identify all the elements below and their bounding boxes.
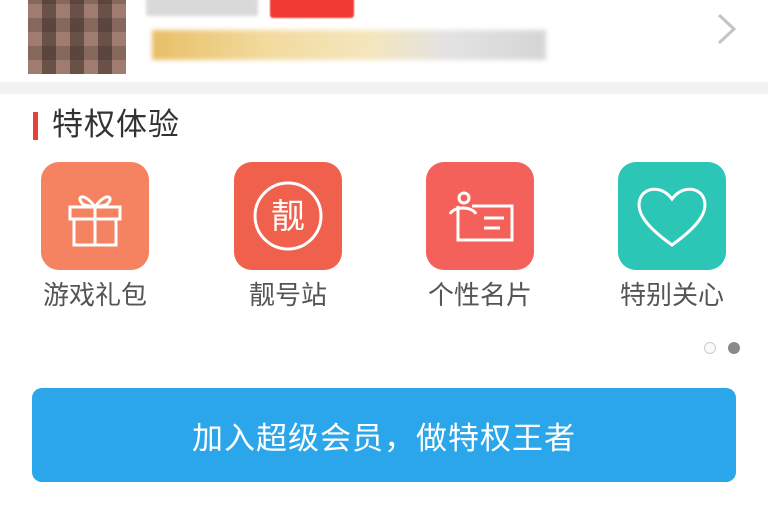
join-super-vip-button[interactable]: 加入超级会员，做特权王者 [32,388,736,482]
name-card-icon [448,191,514,242]
privilege-label: 个性名片 [427,281,532,311]
name-card-tile [426,162,534,270]
profile-header[interactable] [0,0,768,80]
privilege-label: 靓号站 [248,281,327,311]
page-indicator [700,340,750,356]
privilege-item-liang-hao[interactable]: 靓 靓号站 [203,160,373,320]
game-gift-tile [41,162,149,270]
heart-icon [637,187,707,247]
privilege-label: 游戏礼包 [42,281,147,311]
page-dot-1[interactable] [704,342,716,354]
svg-text:靓: 靓 [271,197,305,237]
page-dot-2-active[interactable] [728,342,740,354]
section-accent-bar [33,112,38,140]
privilege-label: 特别关心 [619,281,724,311]
gift-icon [68,195,122,247]
privilege-grid: 游戏礼包 靓 靓号站 个性名片 特别关心 [0,160,768,320]
level-icons-blurred [152,30,546,60]
vip-badge [270,0,354,18]
user-name-blurred [146,0,258,16]
chevron-right-icon [717,13,737,45]
privilege-item-game-gift[interactable]: 游戏礼包 [10,160,180,320]
section-title: 特权体验 [52,107,180,143]
special-care-tile [618,162,726,270]
avatar [28,0,126,74]
liang-hao-tile: 靓 [234,162,342,270]
liang-icon: 靓 [253,181,323,251]
section-divider [0,82,768,94]
privilege-item-name-card[interactable]: 个性名片 [395,160,565,320]
privilege-item-special-care[interactable]: 特别关心 [587,160,757,320]
